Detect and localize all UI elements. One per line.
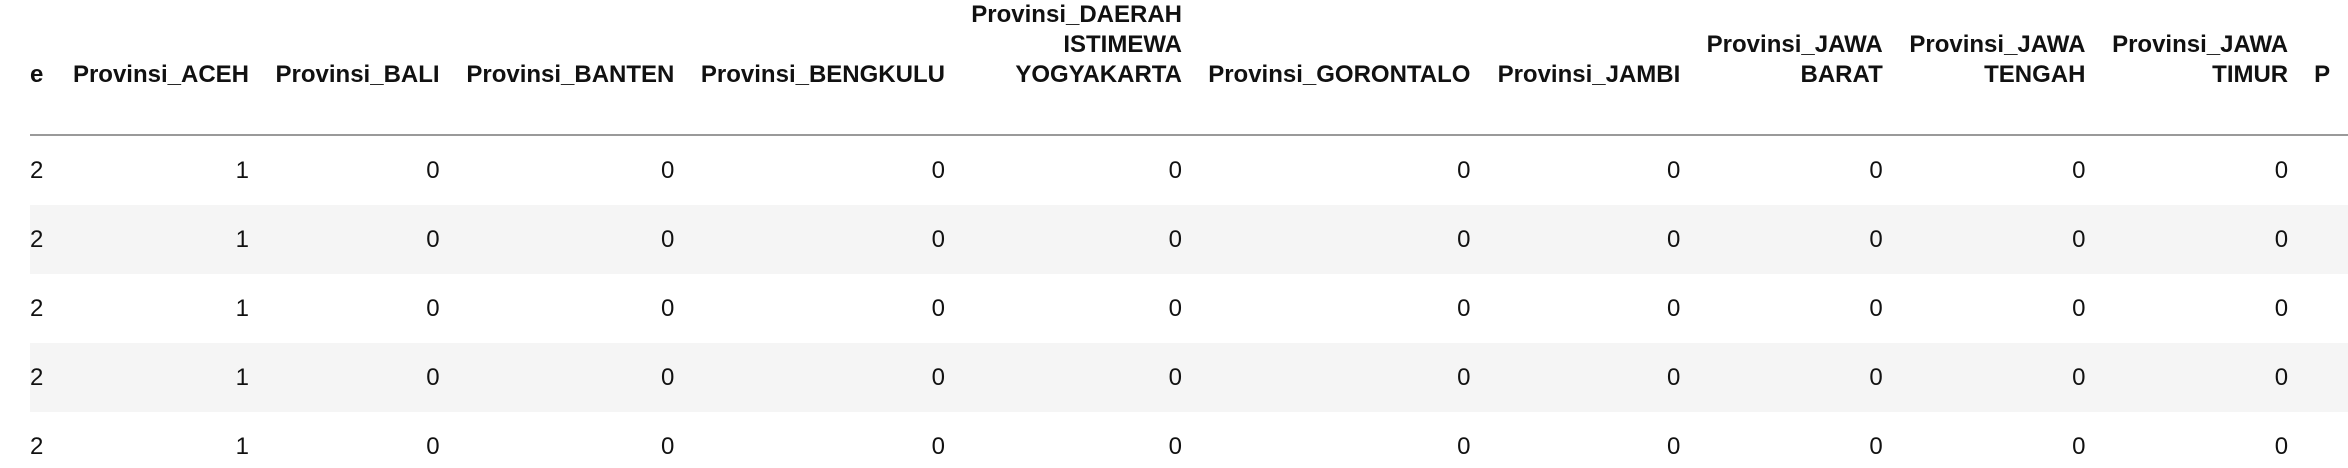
table-cell: 0	[957, 343, 1195, 412]
table-cell: 0	[957, 205, 1195, 274]
table-cell: 0	[2098, 412, 2302, 468]
table-row: 2 1 0 0 0 0 0 0 0 0 0	[30, 205, 2348, 274]
table-cell: 0	[262, 135, 453, 205]
table-row: 2 1 0 0 0 0 0 0 0 0 0	[30, 135, 2348, 205]
table-cell: 0	[687, 343, 958, 412]
table-cell: 2	[30, 205, 60, 274]
table-cell: 0	[1195, 205, 1484, 274]
table-cell: 0	[2098, 205, 2302, 274]
table-cell: 0	[1895, 135, 2099, 205]
table-cell: 1	[59, 205, 262, 274]
table-cell: 0	[1895, 412, 2099, 468]
column-header: P	[2314, 61, 2331, 88]
table-cell: 0	[452, 205, 688, 274]
table-cell: 0	[1693, 205, 1896, 274]
table-cell: 0	[1895, 343, 2099, 412]
table-cell	[2301, 135, 2348, 205]
table-cell: 0	[687, 205, 958, 274]
table-cell: 0	[2098, 274, 2302, 343]
table-cell: 2	[30, 343, 60, 412]
column-header: Provinsi_DAERAH ISTIMEWA YOGYAKARTA	[971, 1, 1182, 88]
column-header: Provinsi_BENGKULU	[700, 61, 945, 88]
table-cell: 0	[1483, 274, 1694, 343]
column-header: Provinsi_JAWA TIMUR	[2112, 31, 2289, 88]
column-header: e	[30, 61, 44, 88]
table-cell: 1	[59, 343, 262, 412]
column-header: Provinsi_ACEH	[72, 61, 249, 88]
table-cell: 0	[1195, 343, 1484, 412]
table-cell: 1	[59, 135, 262, 205]
table-cell: 0	[2098, 343, 2302, 412]
table-cell: 0	[957, 412, 1195, 468]
table-cell: 0	[687, 412, 958, 468]
dataframe-viewport: e Provinsi_ACEH Provinsi_BALI Provinsi_B…	[30, 0, 2348, 468]
table-cell	[2301, 343, 2348, 412]
table-cell	[2301, 412, 2348, 468]
table-cell: 0	[452, 412, 688, 468]
table-cell: 0	[452, 274, 688, 343]
table-cell: 0	[1195, 274, 1484, 343]
table-cell: 0	[687, 274, 958, 343]
table-cell: 0	[957, 274, 1195, 343]
table-cell: 0	[687, 135, 958, 205]
column-header: Provinsi_GORONTALO	[1208, 61, 1471, 88]
table-cell: 0	[1483, 205, 1694, 274]
table-cell: 0	[1693, 274, 1896, 343]
table-cell: 0	[1483, 412, 1694, 468]
column-header: Provinsi_JAWA TENGAH	[1909, 31, 2086, 88]
dataframe-table: e Provinsi_ACEH Provinsi_BALI Provinsi_B…	[30, 0, 2348, 468]
table-cell	[2301, 274, 2348, 343]
column-header: Provinsi_JAMBI	[1497, 61, 1681, 88]
table-cell: 0	[957, 135, 1195, 205]
table-cell: 0	[1895, 205, 2099, 274]
table-cell: 0	[262, 205, 453, 274]
table-cell	[2301, 205, 2348, 274]
table-cell: 1	[59, 274, 262, 343]
table-row: 2 1 0 0 0 0 0 0 0 0 0	[30, 274, 2348, 343]
column-header: Provinsi_JAWA BARAT	[1706, 31, 1883, 88]
column-header: Provinsi_BALI	[275, 61, 440, 88]
table-cell: 2	[30, 412, 60, 468]
table-cell: 0	[1895, 274, 2099, 343]
table-cell: 0	[262, 412, 453, 468]
table-row: 2 1 0 0 0 0 0 0 0 0 0	[30, 412, 2348, 468]
table-row: 2 1 0 0 0 0 0 0 0 0 0	[30, 343, 2348, 412]
table-cell: 0	[1483, 135, 1694, 205]
table-cell: 0	[262, 274, 453, 343]
table-cell: 0	[2098, 135, 2302, 205]
table-cell: 0	[452, 135, 688, 205]
table-cell: 2	[30, 274, 60, 343]
table-cell: 0	[1693, 412, 1896, 468]
table-cell: 1	[59, 412, 262, 468]
table-cell: 0	[1195, 412, 1484, 468]
table-cell: 2	[30, 135, 60, 205]
table-cell: 0	[1483, 343, 1694, 412]
table-cell: 0	[1693, 343, 1896, 412]
table-cell: 0	[1195, 135, 1484, 205]
column-header: Provinsi_BANTEN	[466, 61, 675, 88]
table-cell: 0	[452, 343, 688, 412]
header-row: e Provinsi_ACEH Provinsi_BALI Provinsi_B…	[30, 0, 2348, 135]
table-cell: 0	[1693, 135, 1896, 205]
table-cell: 0	[262, 343, 453, 412]
